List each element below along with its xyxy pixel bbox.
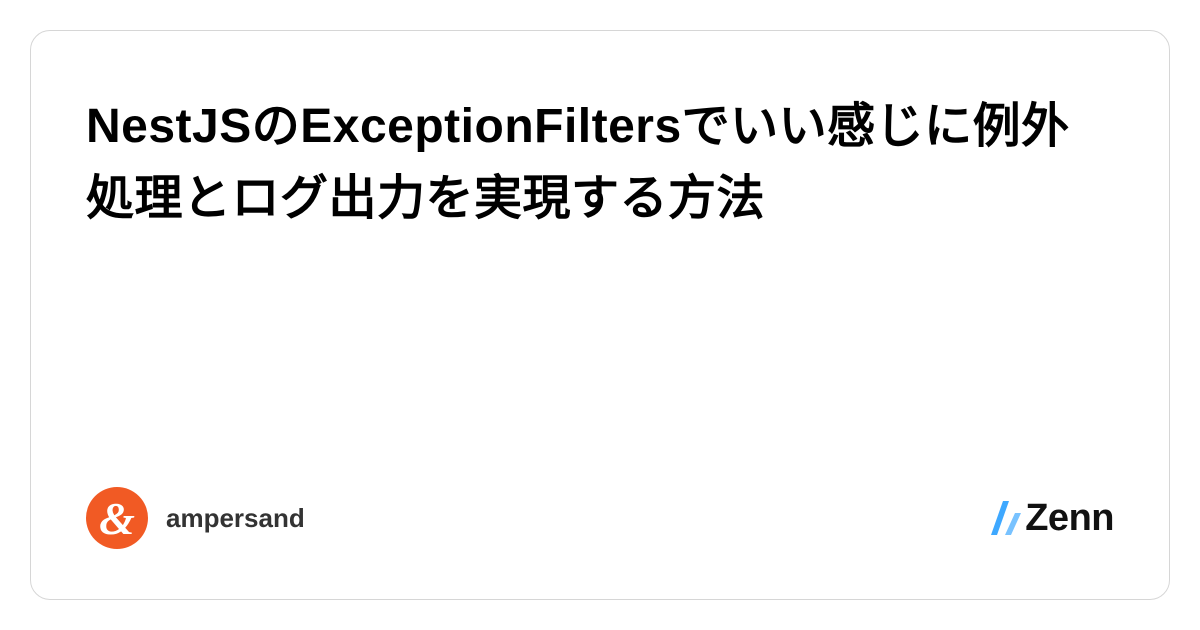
author-section: & ampersand [86, 487, 305, 549]
zenn-logo-text: Zenn [1025, 497, 1114, 540]
social-card: NestJSのExceptionFiltersでいい感じに例外処理とログ出力を実… [30, 30, 1170, 600]
author-username: ampersand [166, 503, 305, 534]
card-footer: & ampersand Zenn [86, 487, 1114, 549]
ampersand-icon: & [86, 487, 148, 549]
article-title: NestJSのExceptionFiltersでいい感じに例外処理とログ出力を実… [86, 91, 1114, 235]
zenn-logo-icon [989, 499, 1021, 537]
zenn-logo: Zenn [989, 497, 1114, 540]
